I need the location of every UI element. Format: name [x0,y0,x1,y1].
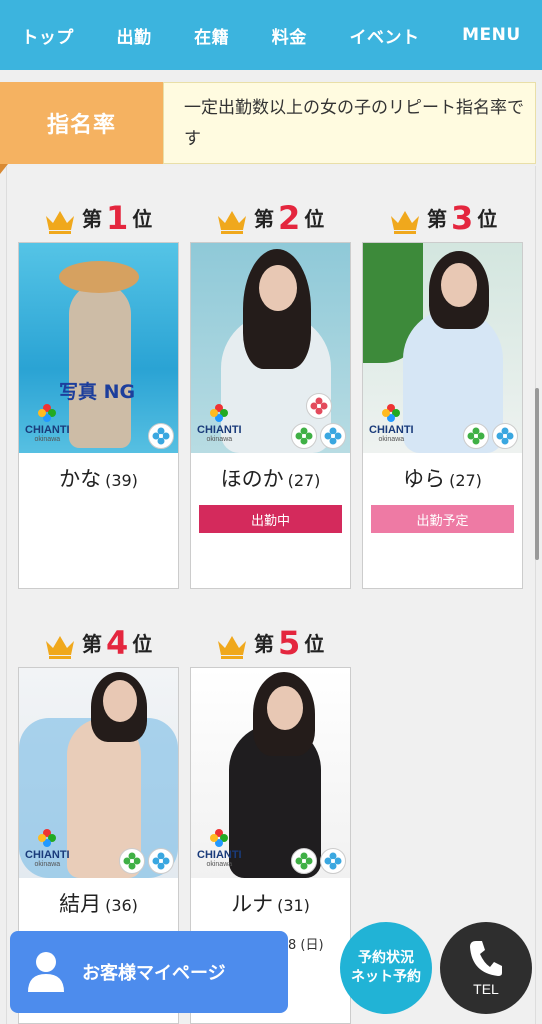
cast-photo[interactable]: CHIANTI okinawa [191,668,350,878]
status-badge: 出勤予定 [371,505,514,533]
rank-prefix: 第 [254,207,274,231]
rank-heading-3: 第 3 位 [389,200,497,234]
brand-flower-icon [382,404,400,422]
cast-name: ほのか (27) [220,467,321,491]
brand-logo: CHIANTI okinawa [25,849,70,868]
red-flower-icon [306,393,332,419]
cast-name: 結月 (36) [59,892,138,916]
cast-photo[interactable]: CHIANTI okinawa [19,668,178,878]
blue-flower-icon [148,848,174,874]
scrollbar[interactable] [535,388,539,560]
reservation-button[interactable]: 予約状況 ネット予約 [340,922,432,1014]
brand-logo: CHIANTI okinawa [369,424,414,443]
mypage-button[interactable]: お客様マイページ [10,931,288,1013]
cast-card-2[interactable]: CHIANTI okinawa ほのか (27) 出勤中 [190,242,351,589]
brand-logo: CHIANTI okinawa [197,424,242,443]
cast-name: ゆら (27) [403,467,482,491]
status-badge: 出勤中 [199,505,342,533]
crown-icon [46,211,74,234]
rank-prefix: 第 [82,632,102,656]
tel-button[interactable]: TEL [440,922,532,1014]
rank-heading-5: 第 5 位 [216,625,324,659]
brand-flower-icon [210,829,228,847]
green-flower-icon [291,848,317,874]
green-flower-icon [291,423,317,449]
mypage-label: お客様マイページ [82,963,226,984]
rank-number: 1 [106,199,129,237]
reserve-line-1: 予約状況 [358,950,414,966]
brand-logo: CHIANTI okinawa [197,849,242,868]
rank-heading-1: 第 1 位 [44,200,152,234]
rank-number: 4 [106,624,129,662]
blue-flower-icon [320,848,346,874]
schedule-date-peek: 8 (日) [288,938,324,953]
crown-icon [391,211,419,234]
section-badge: 指名率 [0,82,163,164]
cast-card-1[interactable]: 写真 NG CHIANTI okinawa かな (39) [18,242,179,589]
cast-name: ルナ (31) [231,892,310,916]
rank-prefix: 第 [427,207,447,231]
tag-icons [119,848,174,874]
top-navigation: トップ 出勤 在籍 料金 イベント MENU [0,0,542,70]
rank-suffix: 位 [132,207,153,231]
user-icon [28,952,64,992]
cast-photo[interactable]: CHIANTI okinawa [363,243,522,453]
tel-label: TEL [473,981,499,997]
nav-menu[interactable]: MENU [462,25,521,45]
brand-flower-icon [210,404,228,422]
rank-number: 5 [278,624,301,662]
rank-prefix: 第 [82,207,102,231]
blue-flower-icon [492,423,518,449]
rank-heading-2: 第 2 位 [216,200,324,234]
rank-heading-4: 第 4 位 [44,625,152,659]
rank-suffix: 位 [304,207,325,231]
crown-icon [218,211,246,234]
cast-card-3[interactable]: CHIANTI okinawa ゆら (27) 出勤予定 [362,242,523,589]
brand-flower-icon [38,404,56,422]
rank-prefix: 第 [254,632,274,656]
nav-top[interactable]: トップ [21,23,74,48]
rank-suffix: 位 [132,632,153,656]
crown-icon [46,636,74,659]
nav-schedule[interactable]: 出勤 [116,23,151,48]
tag-icons [291,423,346,449]
nav-event[interactable]: イベント [349,23,419,48]
nav-roster[interactable]: 在籍 [194,23,229,48]
rank-number: 3 [451,199,474,237]
tag-icons [291,848,346,874]
green-flower-icon [463,423,489,449]
tag-icons [148,423,174,449]
brand-logo: CHIANTI okinawa [25,424,70,443]
section-description: 一定出勤数以上の女の子のリピート指名率です [163,82,536,164]
brand-flower-icon [38,829,56,847]
nav-price[interactable]: 料金 [272,23,307,48]
cast-name: かな (39) [59,467,138,491]
blue-flower-icon [320,423,346,449]
rank-suffix: 位 [304,632,325,656]
section-header: 指名率 一定出勤数以上の女の子のリピート指名率です [0,82,536,164]
rank-number: 2 [278,199,301,237]
photo-ng-label: 写真 NG [59,381,136,403]
reserve-line-2: ネット予約 [351,969,421,985]
cast-photo[interactable]: 写真 NG CHIANTI okinawa [19,243,178,453]
blue-flower-icon [148,423,174,449]
tag-icons [463,423,518,449]
green-flower-icon [119,848,145,874]
crown-icon [218,636,246,659]
cast-photo[interactable]: CHIANTI okinawa [191,243,350,453]
rank-suffix: 位 [477,207,498,231]
phone-icon [470,941,502,976]
